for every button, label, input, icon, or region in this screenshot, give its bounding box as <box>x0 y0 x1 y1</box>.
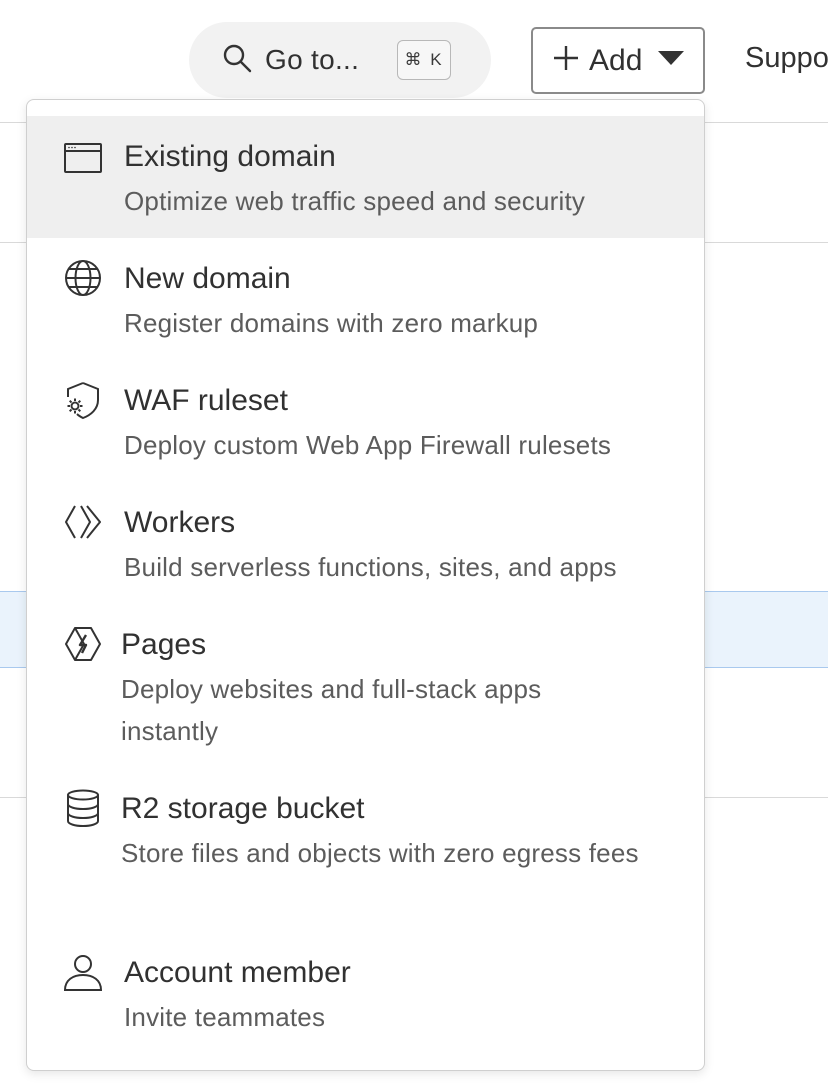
globe-icon <box>63 258 103 298</box>
menu-item-title: Existing domain <box>124 140 336 173</box>
menu-item-pages[interactable]: Pages Deploy websites and full-stack app… <box>27 604 704 768</box>
menu-item-title: Account member <box>124 956 351 989</box>
plus-icon <box>551 43 581 78</box>
menu-item-title: R2 storage bucket <box>121 792 365 825</box>
menu-item-description: Register domains with zero markup <box>124 308 539 338</box>
menu-item-existing-domain[interactable]: Existing domain Optimize web traffic spe… <box>27 116 704 238</box>
goto-label: Go to... <box>265 44 360 75</box>
menu-item-title: New domain <box>124 262 291 295</box>
menu-item-new-domain[interactable]: New domain Register domains with zero ma… <box>27 238 704 360</box>
keyboard-shortcut-badge: ⌘ K <box>397 40 451 80</box>
browser-window-icon <box>63 138 103 178</box>
menu-item-description: Optimize web traffic speed and security <box>124 186 586 216</box>
page: Go to... ⌘ K Add Support <box>0 0 828 1090</box>
menu-item-workers[interactable]: Workers Build serverless functions, site… <box>27 482 704 604</box>
workers-icon <box>63 502 103 542</box>
search-icon <box>221 42 253 79</box>
caret-down-icon <box>642 48 686 73</box>
menu-item-title: WAF ruleset <box>124 384 288 417</box>
menu-item-description: Deploy custom Web App Firewall rulesets <box>124 430 612 460</box>
menu-item-waf-ruleset[interactable]: WAF ruleset Deploy custom Web App Firewa… <box>27 360 704 482</box>
menu-item-account-member[interactable]: Account member Invite teammates <box>27 932 704 1054</box>
person-icon <box>63 952 103 992</box>
menu-item-title: Workers <box>124 506 236 539</box>
database-icon <box>63 788 103 828</box>
menu-item-description: Invite teammates <box>124 1002 326 1032</box>
menu-item-description: Store files and objects with zero egress… <box>121 838 639 868</box>
menu-item-description: Build serverless functions, sites, and a… <box>124 552 617 582</box>
add-button[interactable]: Add <box>531 27 705 94</box>
add-button-label: Add <box>589 43 643 77</box>
menu-item-title: Pages <box>121 628 207 661</box>
menu-item-description: Deploy websites and full-stack apps inst… <box>121 674 542 746</box>
goto-search-button[interactable]: Go to... ⌘ K <box>189 22 491 98</box>
shield-gear-icon <box>63 380 103 420</box>
menu-item-r2-storage-bucket[interactable]: R2 storage bucket Store files and object… <box>27 768 704 932</box>
support-link[interactable]: Support <box>745 42 828 75</box>
add-dropdown-menu: Existing domain Optimize web traffic spe… <box>26 99 705 1071</box>
pages-lightning-icon <box>63 624 103 664</box>
